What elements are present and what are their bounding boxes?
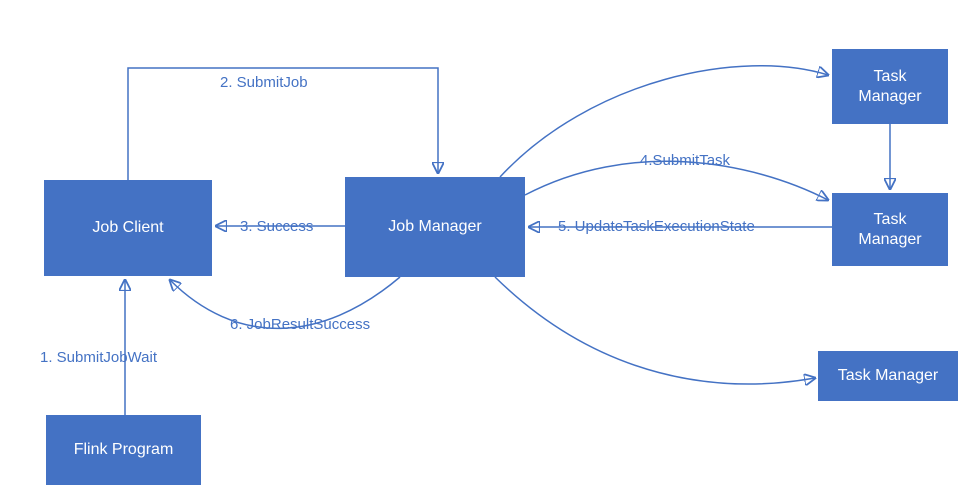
edge-label-1: 1. SubmitJobWait (40, 349, 157, 366)
edge-label-5: 5. UpdateTaskExecutionState (558, 218, 755, 235)
node-label: Job Client (92, 218, 163, 238)
node-task-manager-2: Task Manager (832, 193, 948, 266)
node-label: Flink Program (74, 440, 174, 460)
node-label: Task Manager (858, 210, 921, 250)
edge-label-2: 2. SubmitJob (220, 74, 308, 91)
node-label: Task Manager (858, 67, 921, 107)
edge-jm-tm3-arrow (495, 277, 815, 384)
node-label: Job Manager (388, 217, 481, 237)
edge-label-4: 4.SubmitTask (640, 152, 730, 169)
node-flink-program: Flink Program (46, 415, 201, 485)
node-label: Task Manager (838, 366, 939, 386)
edge-label-3: 3. Success (240, 218, 313, 235)
node-job-manager: Job Manager (345, 177, 525, 277)
node-task-manager-1: Task Manager (832, 49, 948, 124)
node-job-client: Job Client (44, 180, 212, 276)
edge-label-6: 6. JobResultSuccess (230, 316, 370, 333)
node-task-manager-3: Task Manager (818, 351, 958, 401)
diagram-canvas: Flink Program Job Client Job Manager Tas… (0, 0, 975, 502)
